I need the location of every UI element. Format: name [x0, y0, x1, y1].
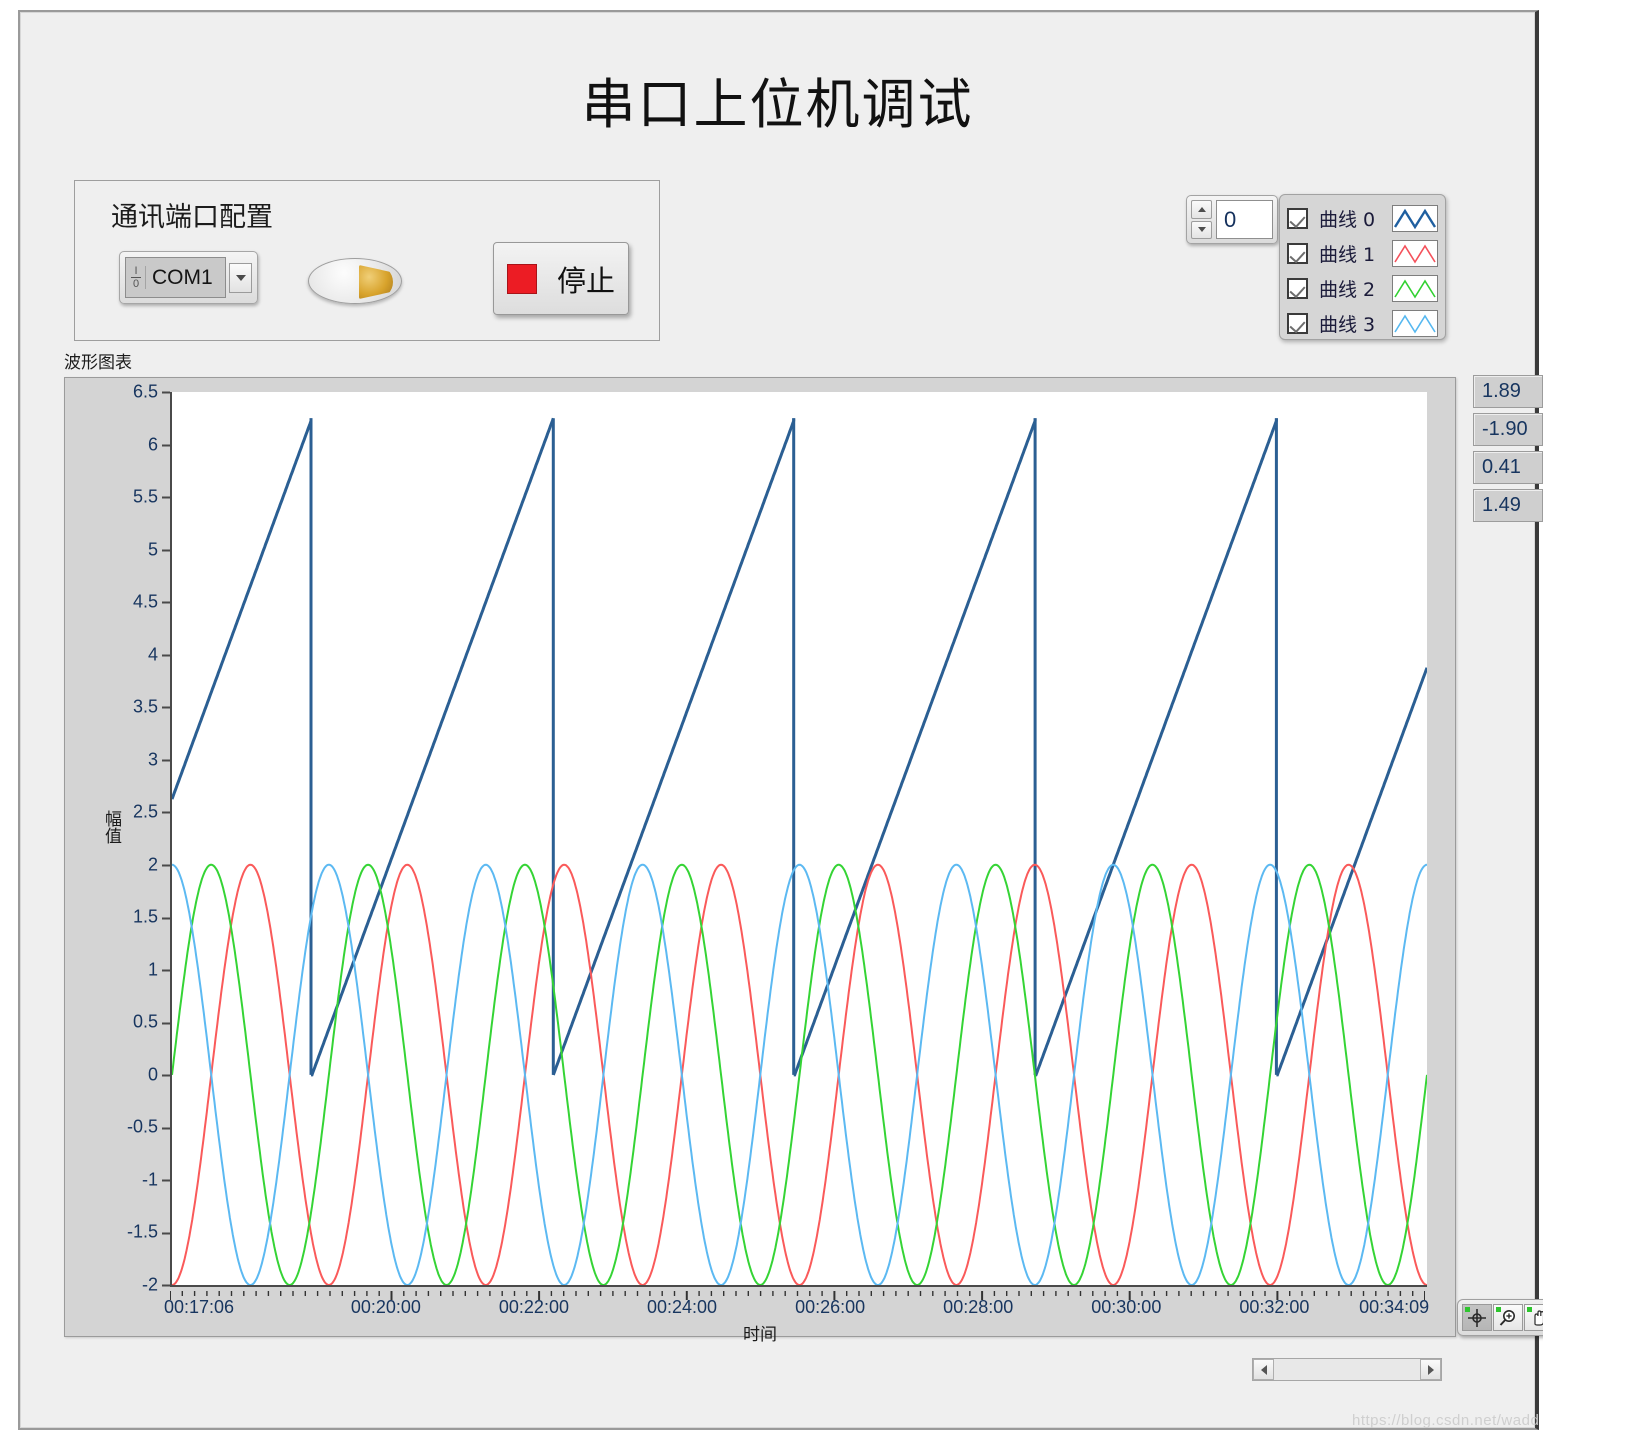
cursor-tool-button[interactable]	[1462, 1304, 1492, 1331]
legend-label: 曲线 2	[1319, 279, 1376, 301]
value-curve-3: 1.49	[1473, 489, 1543, 522]
zoom-tool-button[interactable]	[1493, 1304, 1523, 1331]
y-axis-tick: 4.5	[65, 592, 170, 613]
legend-plot-style-swatch[interactable]	[1392, 205, 1438, 232]
legend-checkbox-icon[interactable]	[1287, 313, 1308, 334]
legend-checkbox-icon[interactable]	[1287, 278, 1308, 299]
serial-port-field[interactable]: I0 COM1	[125, 257, 226, 298]
serial-port-value: COM1	[152, 265, 213, 289]
page-right-margin	[1543, 10, 1651, 1430]
x-axis-tick: 00:30:00	[1091, 1297, 1162, 1317]
legend-item-curve-2[interactable]: 曲线 2	[1287, 271, 1438, 306]
watermark: https://blog.csdn.net/wadd	[1352, 1412, 1540, 1429]
value-curve-1: -1.90	[1473, 413, 1543, 446]
legend-plot-style-swatch[interactable]	[1392, 310, 1438, 337]
spinner-increment-button[interactable]	[1191, 200, 1212, 219]
y-axis-tick: 6.5	[65, 382, 170, 403]
x-axis-tick: 00:26:00	[795, 1297, 866, 1317]
x-axis-tick: 00:17:06	[164, 1297, 235, 1317]
legend-plot-style-swatch[interactable]	[1392, 275, 1438, 302]
magnifier-plus-icon	[1499, 1309, 1515, 1326]
y-axis-tick: 2	[65, 854, 170, 875]
y-axis-tick: 1	[65, 959, 170, 980]
legend-checkbox-icon[interactable]	[1287, 208, 1308, 229]
x-axis-tick: 00:20:00	[350, 1297, 421, 1317]
legend-checkbox-icon[interactable]	[1287, 243, 1308, 264]
x-axis-tick: 00:32:00	[1239, 1297, 1310, 1317]
stop-button[interactable]: 停止	[493, 242, 629, 315]
x-axis-minor-ticks	[169, 1287, 1426, 1300]
spinner-value[interactable]: 0	[1216, 200, 1273, 239]
y-axis-tick: -0.5	[65, 1117, 170, 1138]
y-axis-tick: 5	[65, 539, 170, 560]
crosshair-icon	[1468, 1308, 1486, 1327]
stop-button-label: 停止	[556, 263, 615, 298]
application-window: 串口上位机调试 通讯端口配置 I0 COM1 停止 0 曲线 0 曲线 1 曲线…	[18, 10, 1559, 1430]
y-axis-tick: -1	[65, 1169, 170, 1190]
scroll-left-button[interactable]	[1253, 1359, 1274, 1380]
comm-activity-led[interactable]	[308, 258, 402, 304]
comm-config-title: 通讯端口配置	[111, 202, 273, 233]
page-title: 串口上位机调试	[581, 73, 974, 136]
y-axis-tick: 6	[65, 434, 170, 455]
y-axis-tick: 0.5	[65, 1012, 170, 1033]
x-axis-tick: 00:24:00	[646, 1297, 718, 1317]
x-axis-title: 时间	[743, 1325, 777, 1345]
legend-label: 曲线 0	[1319, 209, 1376, 231]
led-wedge-icon	[359, 265, 393, 299]
legend-label: 曲线 3	[1319, 314, 1376, 336]
chevron-down-icon[interactable]	[229, 262, 252, 293]
legend-label: 曲线 1	[1319, 244, 1376, 266]
tool-active-dot-icon	[1496, 1307, 1501, 1312]
numeric-spinner[interactable]: 0	[1186, 195, 1278, 244]
tool-active-dot-icon	[1527, 1307, 1532, 1312]
spinner-arrows[interactable]	[1191, 200, 1212, 239]
y-axis-tick: 5.5	[65, 487, 170, 508]
chart-horizontal-scrollbar[interactable]	[1252, 1358, 1442, 1381]
legend-item-curve-1[interactable]: 曲线 1	[1287, 236, 1438, 271]
y-axis-tick: 3.5	[65, 697, 170, 718]
serial-port-select[interactable]: I0 COM1	[119, 251, 258, 304]
y-axis-tick: -1.5	[65, 1222, 170, 1243]
plot-legend: 曲线 0 曲线 1 曲线 2 曲线 3	[1279, 194, 1446, 340]
plot-curves	[170, 417, 1429, 1287]
x-axis-tick: 00:22:00	[498, 1297, 569, 1317]
tool-active-dot-icon	[1465, 1307, 1470, 1312]
scroll-right-button[interactable]	[1420, 1359, 1441, 1380]
waveform-chart[interactable]: 幅值 6.5 6 5.5 5 4.5 4 3.5 3 2.5 2 1.5 1 0.5 0 -0.5 -1 -1.…	[64, 377, 1456, 1345]
spinner-decrement-button[interactable]	[1191, 220, 1212, 239]
y-axis-tick: -2	[65, 1275, 170, 1296]
y-axis-tick: 2.5	[65, 802, 170, 823]
plot-area[interactable]	[170, 392, 1429, 1287]
chart-caption: 波形图表	[64, 353, 132, 373]
y-axis-tick: 3	[65, 749, 170, 770]
x-axis-tick: 00:28:00	[943, 1297, 1014, 1317]
y-axis-tick: 1.5	[65, 907, 170, 928]
y-axis-tick: 4	[65, 644, 170, 665]
stop-indicator-icon	[506, 263, 537, 294]
io-refnum-icon: I0	[129, 266, 146, 290]
x-axis-tick: 00:34:09	[1359, 1297, 1430, 1317]
legend-plot-style-swatch[interactable]	[1392, 240, 1438, 267]
value-curve-2: 0.41	[1473, 451, 1543, 484]
legend-item-curve-0[interactable]: 曲线 0	[1287, 201, 1438, 236]
value-curve-0: 1.89	[1473, 375, 1543, 408]
legend-item-curve-3[interactable]: 曲线 3	[1287, 306, 1438, 341]
y-axis-tick: 0	[65, 1064, 170, 1085]
comm-config-group: 通讯端口配置 I0 COM1 停止	[74, 180, 660, 341]
